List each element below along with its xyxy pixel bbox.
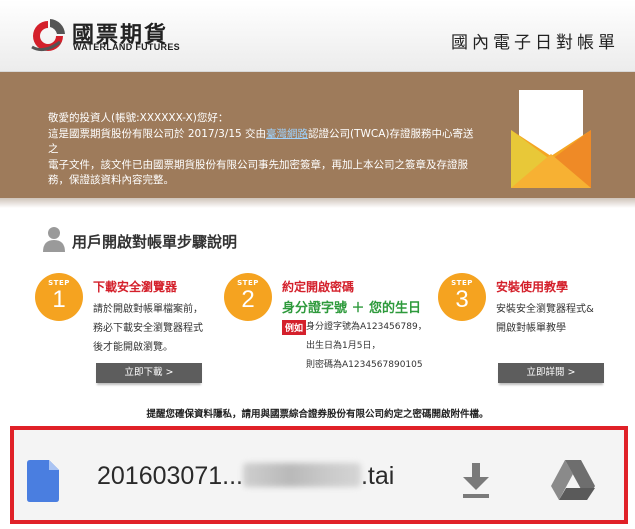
greeting-line: 敬愛的投資人(帳號:XXXXXX-X)您好： xyxy=(48,112,229,124)
step-3-badge: STEP 3 xyxy=(438,273,486,321)
download-bar: 201603071... .tai xyxy=(10,426,628,524)
step-2-badge: STEP 2 xyxy=(224,273,272,321)
privacy-notice: 提醒您確保資料隱私，請用與國票綜合證券股份有限公司約定之密碼開啟附件檔。 xyxy=(146,409,489,420)
greeting-text: 敬愛的投資人(帳號:XXXXXX-X)您好： 這是國票期貨股份有限公司於 201… xyxy=(48,111,478,189)
document-icon[interactable] xyxy=(27,460,59,502)
steps-heading: 用戶開啟對帳單步驟說明 xyxy=(42,226,302,254)
user-icon xyxy=(43,227,65,252)
step-2-title: 約定開啟密碼 xyxy=(282,280,355,294)
step-1-desc-line: 後才能開啟瀏覽。 xyxy=(93,342,173,353)
brand-logo-icon xyxy=(31,19,65,52)
password-rule: 身分證字號 ＋ 您的生日 xyxy=(282,301,422,316)
step-1-title: 下載安全瀏覽器 xyxy=(93,280,178,294)
step-number: 2 xyxy=(241,286,255,313)
step-3-desc-line: 開啟對帳單教學 xyxy=(496,323,566,334)
step-number: 1 xyxy=(52,286,66,313)
step-1-desc-line: 請於開啟對帳單檔案前， xyxy=(93,304,203,315)
step-1-badge: STEP 1 xyxy=(35,273,83,321)
download-now-button[interactable]: 立即下載 > xyxy=(96,363,202,383)
step-3-desc-line: 安裝安全瀏覽器程式& xyxy=(496,304,594,315)
step-2-desc-line: 出生日為1月5日， xyxy=(306,341,381,351)
envelope-icon xyxy=(511,90,591,188)
step-2-desc-line: 身分證字號為A123456789， xyxy=(306,322,427,332)
read-now-button[interactable]: 立即詳閱 > xyxy=(498,363,604,383)
banner-line-1-pre: 這是國票期貨股份有限公司於 2017/3/15 交由 xyxy=(48,127,267,140)
twca-link[interactable]: 臺灣網路 xyxy=(266,128,308,140)
example-tag: 例如 xyxy=(282,320,307,335)
filename-prefix: 201603071... xyxy=(97,462,243,490)
download-icon[interactable] xyxy=(460,463,492,499)
step-number: 3 xyxy=(455,286,469,313)
steps-title: 用戶開啟對帳單步驟說明 xyxy=(72,233,238,251)
step-3-desc: 安裝安全瀏覽器程式& 開啟對帳單教學 xyxy=(496,300,594,338)
step-3-title: 安裝使用教學 xyxy=(496,280,569,294)
filename-suffix: .tai xyxy=(360,462,395,490)
redacted-region xyxy=(242,463,361,487)
header: 國票期貨 WATERLAND FUTURES 國內電子日對帳單 xyxy=(0,0,635,72)
step-2-desc-line: 則密碼為A1234567890105 xyxy=(306,360,423,370)
banner-shadow xyxy=(0,198,635,208)
page-title: 國內電子日對帳單 xyxy=(451,33,619,53)
attachment-filename[interactable]: 201603071... .tai xyxy=(97,462,394,491)
brand-name-en: WATERLAND FUTURES xyxy=(73,42,180,52)
banner-line-1: 這是國票期貨股份有限公司於 2017/3/15 交由臺灣網路認證公司(TWCA)… xyxy=(48,127,478,158)
google-drive-icon[interactable] xyxy=(551,460,595,500)
banner-line-3: 務，保證該資料內容完整。 xyxy=(48,174,174,186)
step-1-desc-line: 務必下載安全瀏覽器程式 xyxy=(93,323,203,334)
step-2-example: 身分證字號為A123456789， 出生日為1月5日， 則密碼為A1234567… xyxy=(306,318,427,375)
banner-line-2: 電子文件，該文件已由國票期貨股份有限公司事先加密簽章，再加上本公司之簽章及存證服 xyxy=(48,158,468,171)
step-1-desc: 請於開啟對帳單檔案前， 務必下載安全瀏覽器程式 後才能開啟瀏覽。 xyxy=(93,300,203,357)
